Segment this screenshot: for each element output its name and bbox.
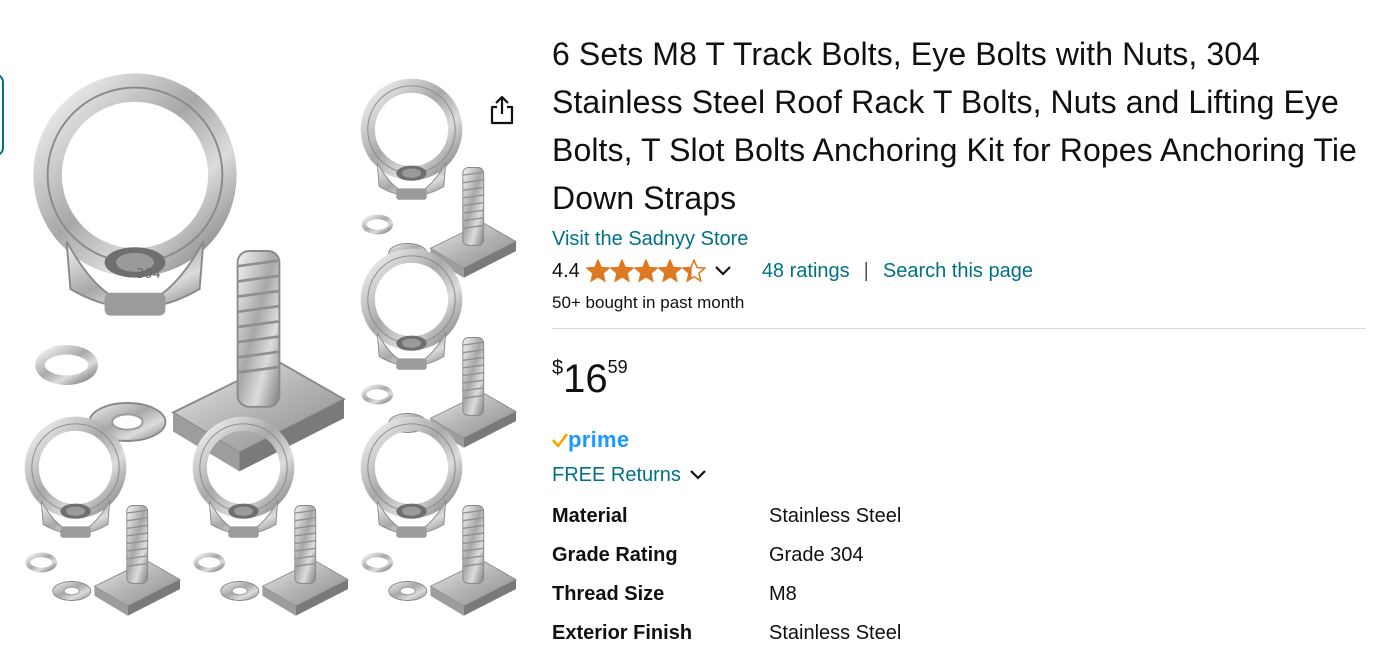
spec-key: Material — [552, 505, 628, 527]
prime-check-icon — [552, 433, 568, 448]
divider — [552, 328, 1366, 329]
product-image[interactable]: 304 — [18, 40, 528, 640]
free-returns-label: FREE Returns — [552, 463, 681, 486]
share-button[interactable] — [486, 92, 518, 128]
image-stamp-304: 304 — [136, 267, 161, 282]
bought-past-month: 50+ bought in past month — [552, 293, 745, 312]
prime-badge[interactable]: prime — [552, 427, 1366, 453]
rating-row: 4.4 48 ratings | Search this page — [552, 258, 1366, 284]
chevron-down-icon — [690, 470, 706, 480]
rating-value: 4.4 — [552, 259, 580, 282]
spec-row: Exterior Finish Stainless Steel — [552, 622, 1366, 661]
search-page-link[interactable]: Search this page — [883, 260, 1033, 283]
star-rating[interactable] — [585, 259, 706, 283]
thumbnail-selected-frame[interactable] — [0, 74, 4, 156]
spec-value: M8 — [769, 583, 797, 605]
share-icon — [490, 95, 514, 125]
store-link[interactable]: Visit the Sadnyy Store — [552, 226, 1366, 252]
price-symbol: $ — [552, 357, 564, 379]
spec-value: Stainless Steel — [769, 505, 902, 527]
chevron-down-icon — [715, 266, 731, 276]
spec-key: Exterior Finish — [552, 622, 693, 644]
ratings-count-link[interactable]: 48 ratings — [762, 260, 850, 283]
star-icon — [633, 259, 658, 283]
spec-row: Material Stainless Steel — [552, 505, 1366, 544]
product-image-gallery[interactable]: 304 — [18, 40, 528, 640]
star-icon — [585, 259, 610, 283]
link-separator: | — [863, 259, 869, 282]
product-info-panel: 6 Sets M8 T Track Bolts, Eye Bolts with … — [552, 30, 1366, 661]
spec-key: Thread Size — [552, 583, 665, 605]
spec-key: Grade Rating — [552, 544, 678, 566]
star-icon — [681, 259, 706, 283]
rating-popover-button[interactable] — [714, 265, 732, 277]
spec-value: Stainless Steel — [769, 622, 902, 644]
price-fraction: 59 — [607, 357, 628, 377]
star-icon — [657, 259, 682, 283]
star-icon — [609, 259, 634, 283]
free-returns-button[interactable]: FREE Returns — [552, 461, 1366, 489]
price-whole: 16 — [563, 357, 608, 401]
price: $ 16 59 — [552, 355, 1366, 399]
spec-row: Grade Rating Grade 304 — [552, 544, 1366, 583]
spec-row: Thread Size M8 — [552, 583, 1366, 622]
spec-value: Grade 304 — [769, 544, 864, 566]
product-title: 6 Sets M8 T Track Bolts, Eye Bolts with … — [552, 36, 1357, 216]
prime-label: prime — [568, 427, 630, 452]
product-specs-table: Material Stainless Steel Grade Rating Gr… — [552, 505, 1366, 661]
